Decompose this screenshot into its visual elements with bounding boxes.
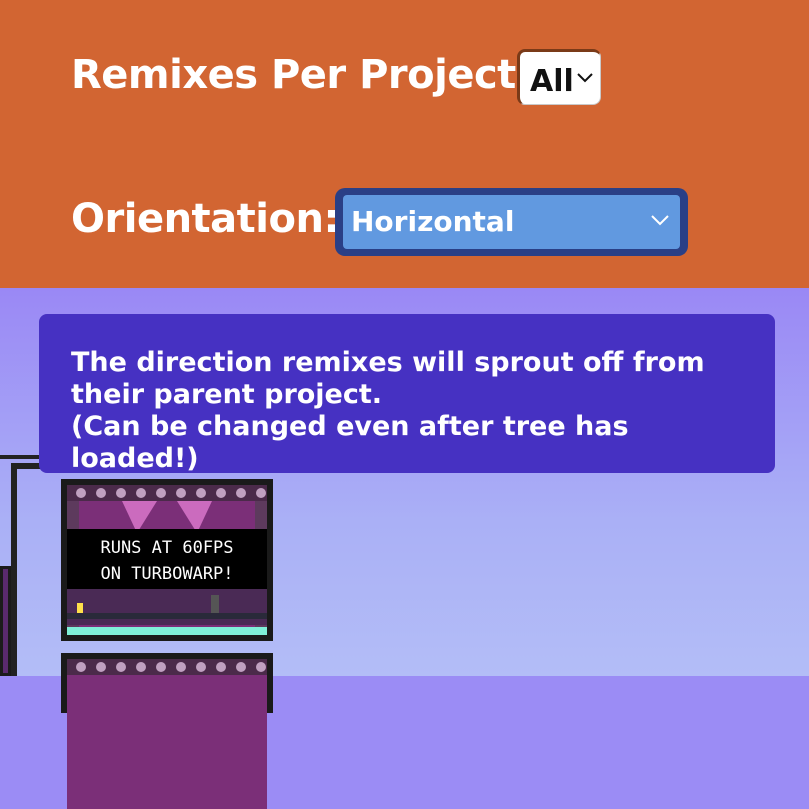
chevron-down-icon (577, 73, 593, 83)
orientation-label: Orientation: (71, 196, 339, 242)
orientation-select-field[interactable]: Horizontal (343, 195, 680, 249)
remixes-per-project-value: All (530, 64, 574, 99)
thumbnail-art (67, 659, 267, 809)
settings-panel: Remixes Per Project: All Orientation: Ho… (0, 0, 809, 288)
orientation-select[interactable]: Horizontal (335, 188, 688, 256)
project-thumbnail[interactable] (61, 653, 273, 809)
project-thumbnail-partial[interactable] (0, 566, 11, 676)
remixes-per-project-select[interactable]: All (517, 49, 601, 105)
thumbnail-text: RUNS AT 60FPS (100, 538, 233, 558)
orientation-tooltip: The direction remixes will sprout off fr… (39, 314, 775, 474)
project-thumbnail[interactable]: RUNS AT 60FPS ON TURBOWARP! (61, 479, 273, 641)
tree-connector (11, 463, 17, 676)
project-thumbnail-image: RUNS AT 60FPS ON TURBOWARP! (67, 485, 267, 635)
thumbnail-text: ON TURBOWARP! (100, 564, 233, 584)
remixes-per-project-label: Remixes Per Project: (71, 52, 532, 98)
project-thumbnail-image (67, 659, 267, 809)
chevron-down-icon (651, 215, 669, 226)
tooltip-text: The direction remixes will sprout off fr… (71, 347, 705, 410)
tree-connector (0, 455, 42, 459)
thumbnail-art: RUNS AT 60FPS ON TURBOWARP! (67, 485, 267, 635)
orientation-value: Horizontal (351, 205, 515, 238)
tooltip-note: (Can be changed even after tree has load… (71, 411, 629, 474)
